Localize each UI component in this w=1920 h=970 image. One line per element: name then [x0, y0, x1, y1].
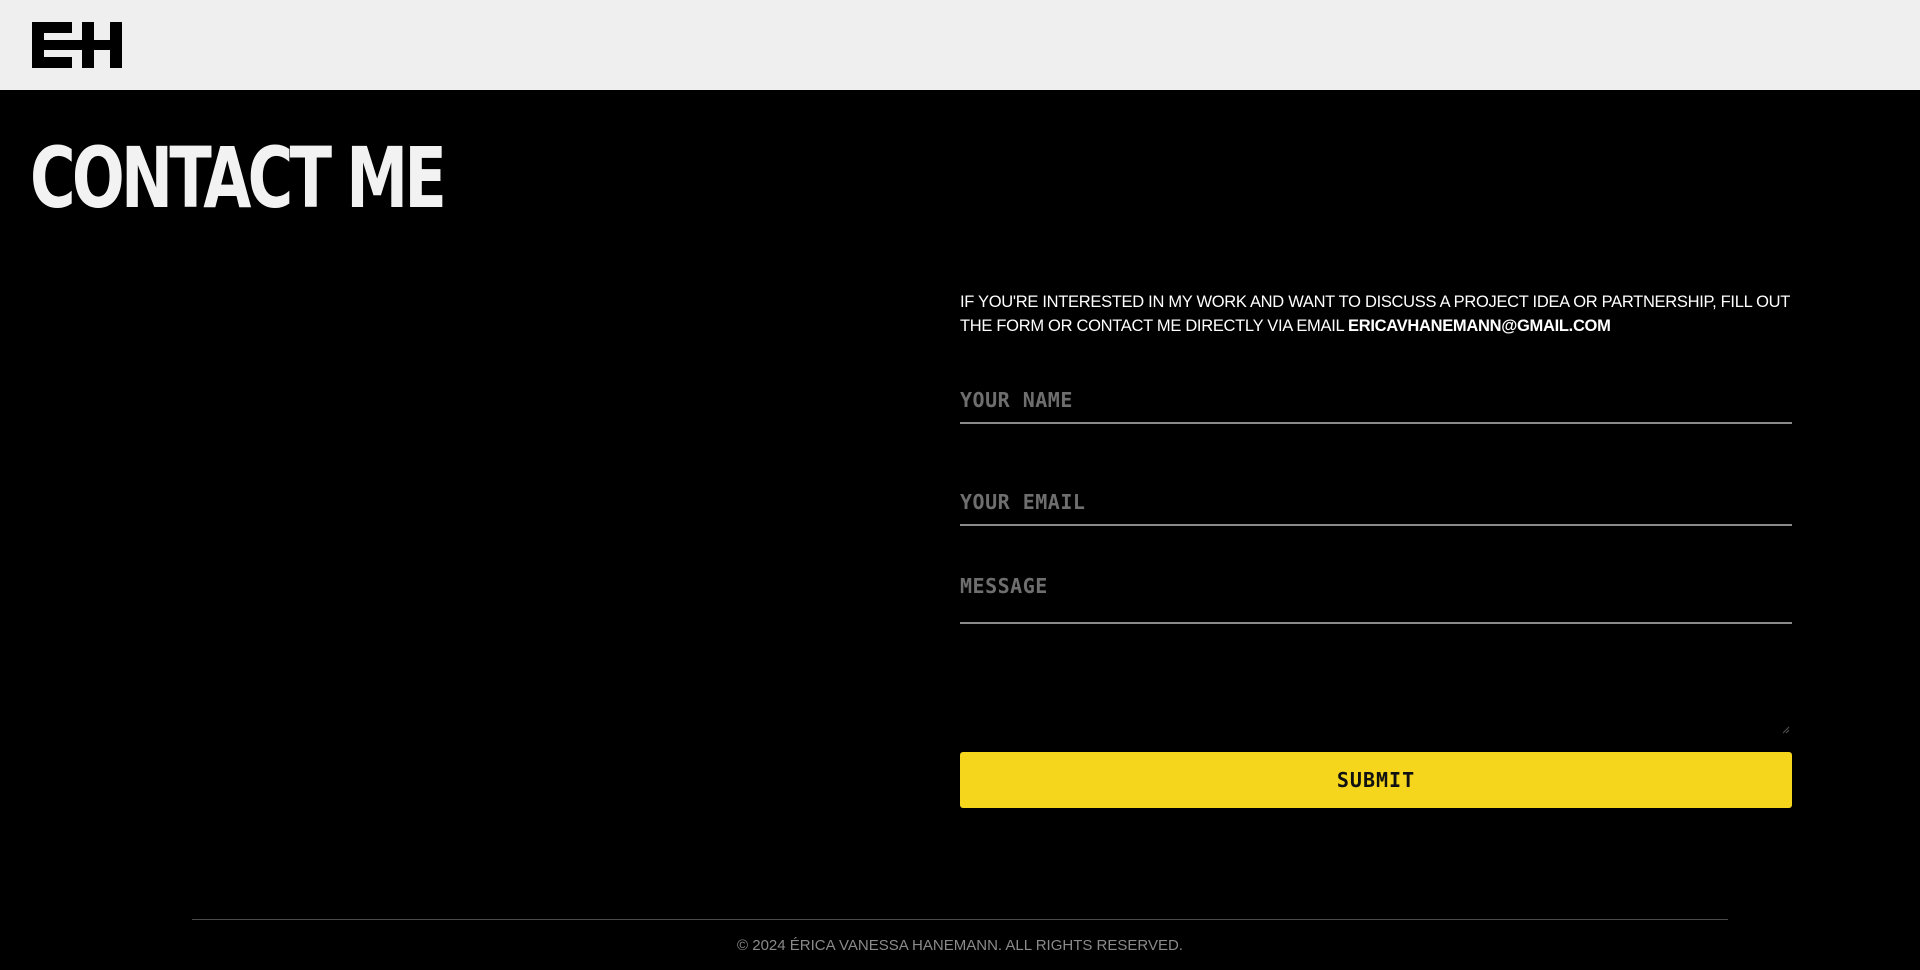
page-title: CONTACT ME: [30, 129, 447, 227]
site-header: [0, 0, 1920, 90]
submit-button[interactable]: SUBMIT: [960, 752, 1792, 808]
footer-copyright: © 2024 ÉRICA VANESSA HANEMANN. ALL RIGHT…: [737, 937, 1183, 954]
message-field[interactable]: [960, 574, 1792, 624]
email-link[interactable]: ERICAVHANEMANN@GMAIL.COM: [1348, 317, 1611, 335]
email-field[interactable]: [960, 480, 1792, 526]
message-resize-area: [960, 624, 1792, 736]
contact-intro: IF YOU'RE INTERESTED IN MY WORK AND WANT…: [960, 290, 1792, 338]
name-field[interactable]: [960, 378, 1792, 424]
eh-monogram-logo[interactable]: [32, 22, 122, 68]
resize-grip-icon[interactable]: [1782, 726, 1790, 734]
footer-divider: [192, 919, 1728, 920]
